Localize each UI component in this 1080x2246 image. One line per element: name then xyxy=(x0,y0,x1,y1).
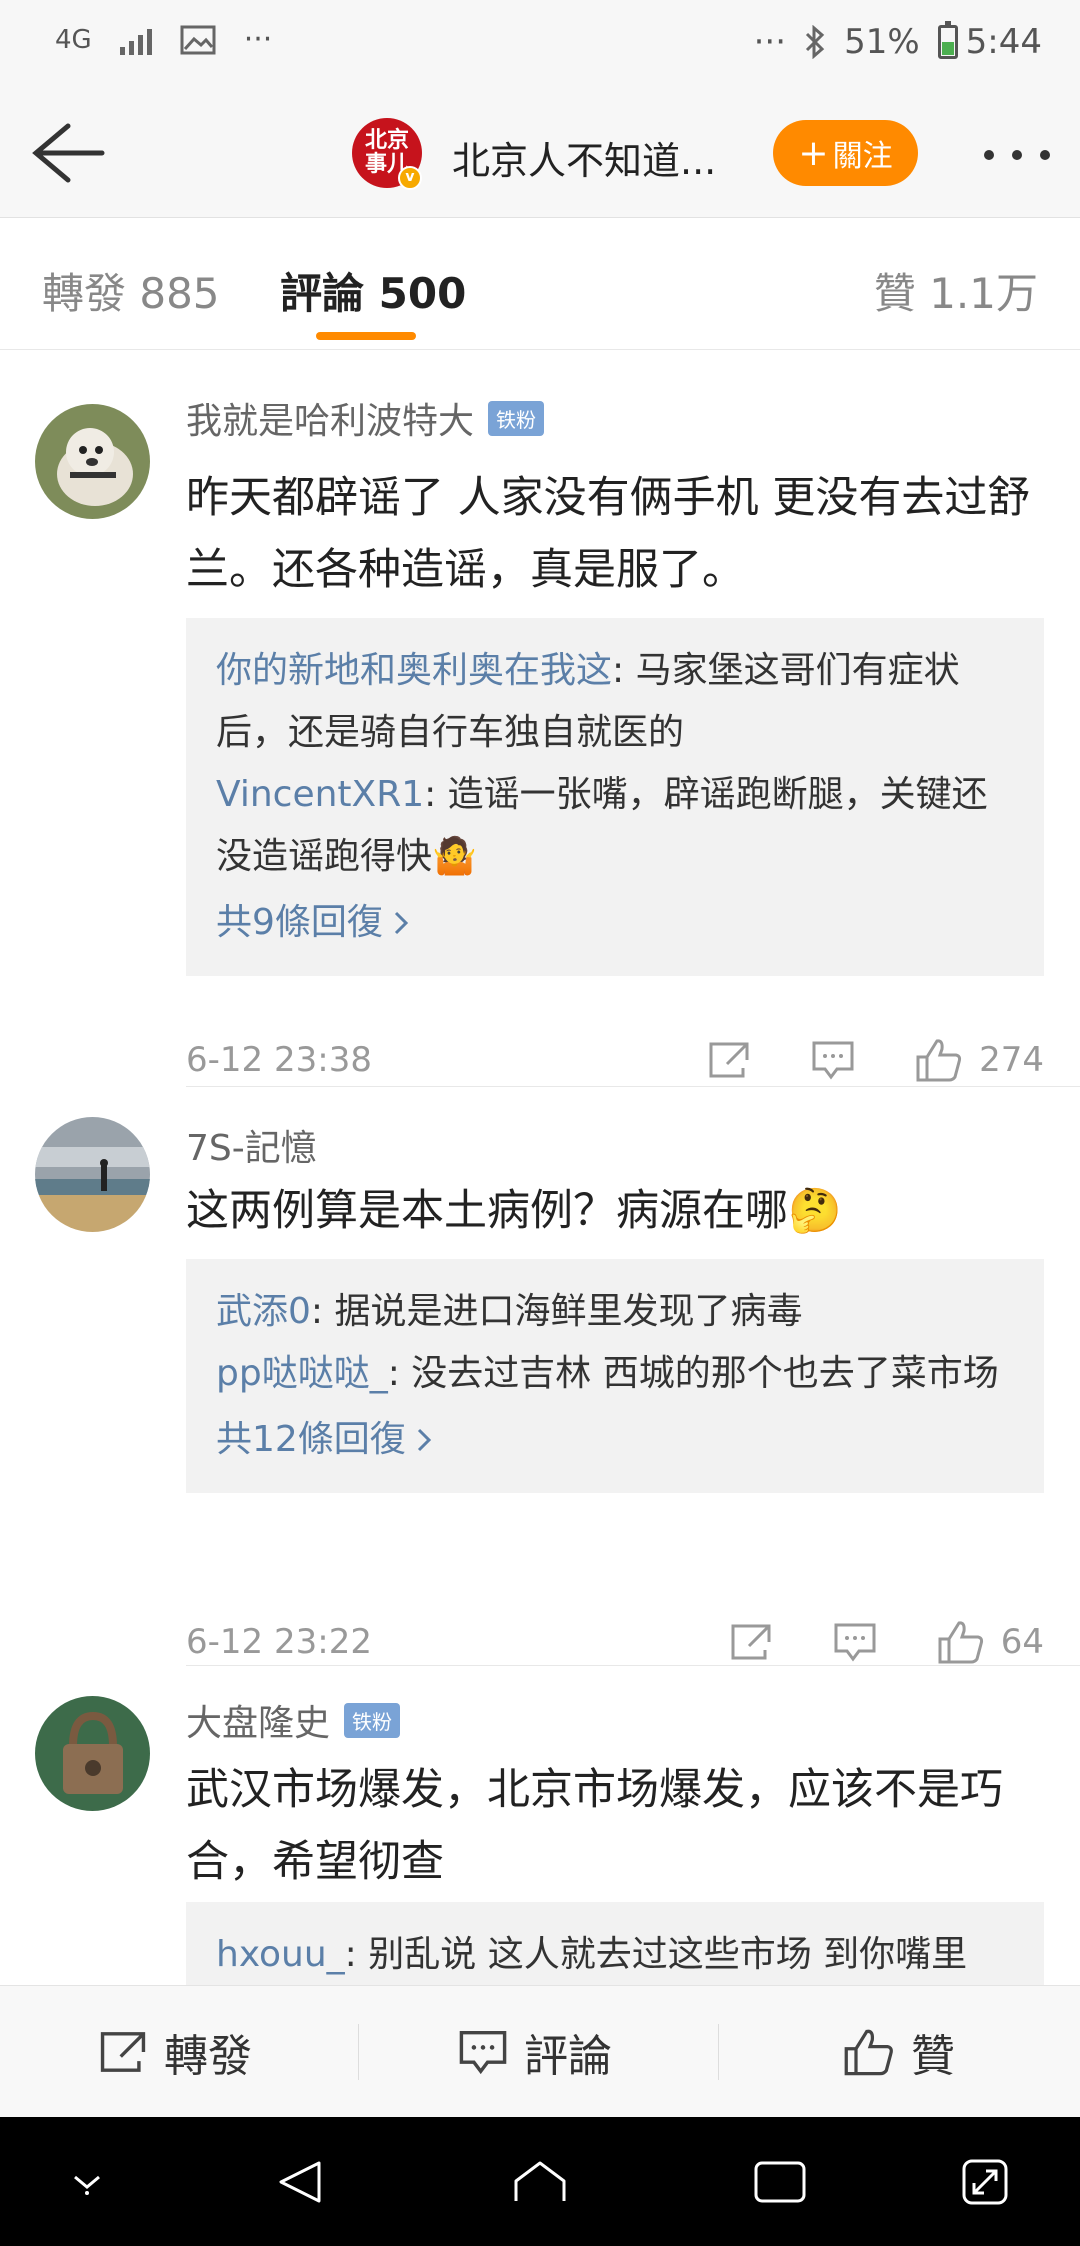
share-icon xyxy=(100,2032,146,2072)
system-nav-bar xyxy=(0,2117,1080,2246)
comment-button[interactable]: 評論 xyxy=(458,1986,612,2118)
chevron-right-icon xyxy=(394,911,409,935)
thumbs-up-icon xyxy=(916,1039,962,1082)
avatar[interactable] xyxy=(35,1117,150,1232)
tab-comments[interactable]: 評論 500 xyxy=(280,260,466,321)
divider xyxy=(718,2024,719,2080)
status-bar: 4G ··· ··· 51% 5:44 xyxy=(0,0,1080,90)
status-overflow-icon: ··· xyxy=(753,22,787,62)
comment-text[interactable]: 武汉市场爆发，北京市场爆发，应该不是巧合，希望彻查 xyxy=(186,1754,1050,1898)
reply-username[interactable]: 武添0 xyxy=(216,1291,311,1332)
reply-text: : 没去过吉林 西城的那个也去了菜市场 xyxy=(387,1353,999,1394)
reply-text: : 据说是进口海鲜里发现了病毒 xyxy=(310,1291,803,1332)
comment-timestamp: 6-12 23:22 xyxy=(186,1622,372,1662)
view-all-replies-link[interactable]: 共9條回復 xyxy=(216,892,1014,954)
like-count: 274 xyxy=(979,1040,1044,1080)
thumbs-up-icon xyxy=(844,2029,893,2076)
like-button[interactable]: 274 xyxy=(915,1037,1044,1083)
comment-username[interactable]: 我就是哈利波特大 xyxy=(186,392,474,444)
like-count: 64 xyxy=(1000,1622,1044,1662)
avatar[interactable] xyxy=(35,404,150,519)
comment-label: 評論 xyxy=(524,2031,612,2082)
comment-timestamp: 6-12 23:38 xyxy=(186,1040,372,1080)
image-notification-icon xyxy=(180,25,216,54)
avatar[interactable] xyxy=(35,1696,150,1811)
reply-username[interactable]: 你的新地和奥利奥在我这 xyxy=(216,650,612,691)
comment-username[interactable]: 7S-記憶 xyxy=(186,1119,317,1171)
reply-username[interactable]: pp哒哒哒_ xyxy=(216,1353,388,1394)
reply-text: : 别乱说 这人就去过这些市场 到你嘴里 xyxy=(344,1934,968,1975)
reply-item[interactable]: pp哒哒哒_: 没去过吉林 西城的那个也去了菜市场 xyxy=(216,1343,1014,1405)
nav-recents-icon[interactable] xyxy=(745,2147,815,2217)
like-button[interactable]: 64 xyxy=(937,1619,1044,1665)
battery-icon xyxy=(937,21,958,59)
reply-item[interactable]: 武添0: 据说是进口海鲜里发现了病毒 xyxy=(216,1281,1014,1343)
active-tab-indicator xyxy=(316,332,416,340)
tab-bar: 轉發 885 評論 500 贊 1.1万 xyxy=(0,218,1080,350)
comment-text[interactable]: 这两例算是本土病例？病源在哪🤔 xyxy=(186,1175,1050,1247)
divider xyxy=(186,1086,1080,1087)
page-title[interactable]: 北京人不知道... xyxy=(452,130,716,185)
divider xyxy=(358,2024,359,2080)
plus-icon: + xyxy=(798,132,829,174)
more-options-icon[interactable] xyxy=(984,150,1050,160)
chevron-down-icon[interactable] xyxy=(52,2147,122,2217)
comment-bubble-icon[interactable] xyxy=(811,1040,855,1080)
bottom-action-bar: 轉發 評論 贊 xyxy=(0,1985,1080,2117)
clock: 5:44 xyxy=(965,22,1042,62)
fan-badge: 铁粉 xyxy=(488,400,545,436)
reply-box[interactable]: 武添0: 据说是进口海鲜里发现了病毒 pp哒哒哒_: 没去过吉林 西城的那个也去… xyxy=(186,1259,1044,1493)
overflow-notification-icon: ··· xyxy=(243,22,273,57)
comment-username[interactable]: 大盘隆史 xyxy=(186,1694,330,1746)
view-all-replies-link[interactable]: 共12條回復 xyxy=(216,1409,1014,1471)
divider xyxy=(186,1665,1080,1666)
reply-item[interactable]: 你的新地和奥利奥在我这: 马家堡这哥们有症状后，还是骑自行车独自就医的 xyxy=(216,640,1014,764)
repost-button[interactable]: 轉發 xyxy=(98,1986,252,2118)
back-arrow-icon[interactable] xyxy=(28,120,108,186)
verified-badge-icon: v xyxy=(398,166,422,190)
nav-home-icon[interactable] xyxy=(505,2147,575,2217)
network-type: 4G xyxy=(55,24,92,55)
nav-back-icon[interactable] xyxy=(265,2147,335,2217)
network-type-icon: 4G xyxy=(55,27,92,53)
like-post-button[interactable]: 贊 xyxy=(843,1986,955,2118)
top-nav-bar: 北京 事儿 v 北京人不知道... + 關注 xyxy=(0,90,1080,218)
follow-label: 關注 xyxy=(832,139,893,174)
fan-badge: 铁粉 xyxy=(344,1702,401,1738)
repost-label: 轉發 xyxy=(164,2031,252,2082)
like-label: 贊 xyxy=(911,2031,955,2082)
battery-percent: 51% xyxy=(844,22,920,62)
follow-button[interactable]: + 關注 xyxy=(773,120,918,186)
share-icon[interactable] xyxy=(707,1040,751,1080)
comment-text[interactable]: 昨天都辟谣了 人家没有俩手机 更没有去过舒兰。还各种造谣，真是服了。 xyxy=(186,462,1050,606)
reply-item[interactable]: VincentXR1: 造谣一张嘴，辟谣跑断腿，关键还没造谣跑得快🤷 xyxy=(216,764,1014,888)
reply-box[interactable]: 你的新地和奥利奥在我这: 马家堡这哥们有症状后，还是骑自行车独自就医的 Vinc… xyxy=(186,618,1044,976)
thumbs-up-icon xyxy=(938,1621,983,1664)
comment-bubble-icon xyxy=(459,2030,507,2075)
bluetooth-icon xyxy=(806,25,825,59)
reply-item[interactable]: hxouu_: 别乱说 这人就去过这些市场 到你嘴里 xyxy=(216,1924,1014,1985)
tab-reposts[interactable]: 轉發 885 xyxy=(42,260,220,321)
share-icon[interactable] xyxy=(729,1622,773,1662)
signal-icon xyxy=(119,25,152,55)
reply-box[interactable]: hxouu_: 别乱说 这人就去过这些市场 到你嘴里 xyxy=(186,1902,1044,1985)
chevron-right-icon xyxy=(417,1428,431,1452)
expand-icon[interactable] xyxy=(950,2147,1020,2217)
reply-username[interactable]: hxouu_ xyxy=(216,1934,345,1975)
comment-bubble-icon[interactable] xyxy=(833,1622,877,1662)
reply-username[interactable]: VincentXR1 xyxy=(216,774,424,815)
tab-likes[interactable]: 贊 1.1万 xyxy=(874,260,1038,321)
